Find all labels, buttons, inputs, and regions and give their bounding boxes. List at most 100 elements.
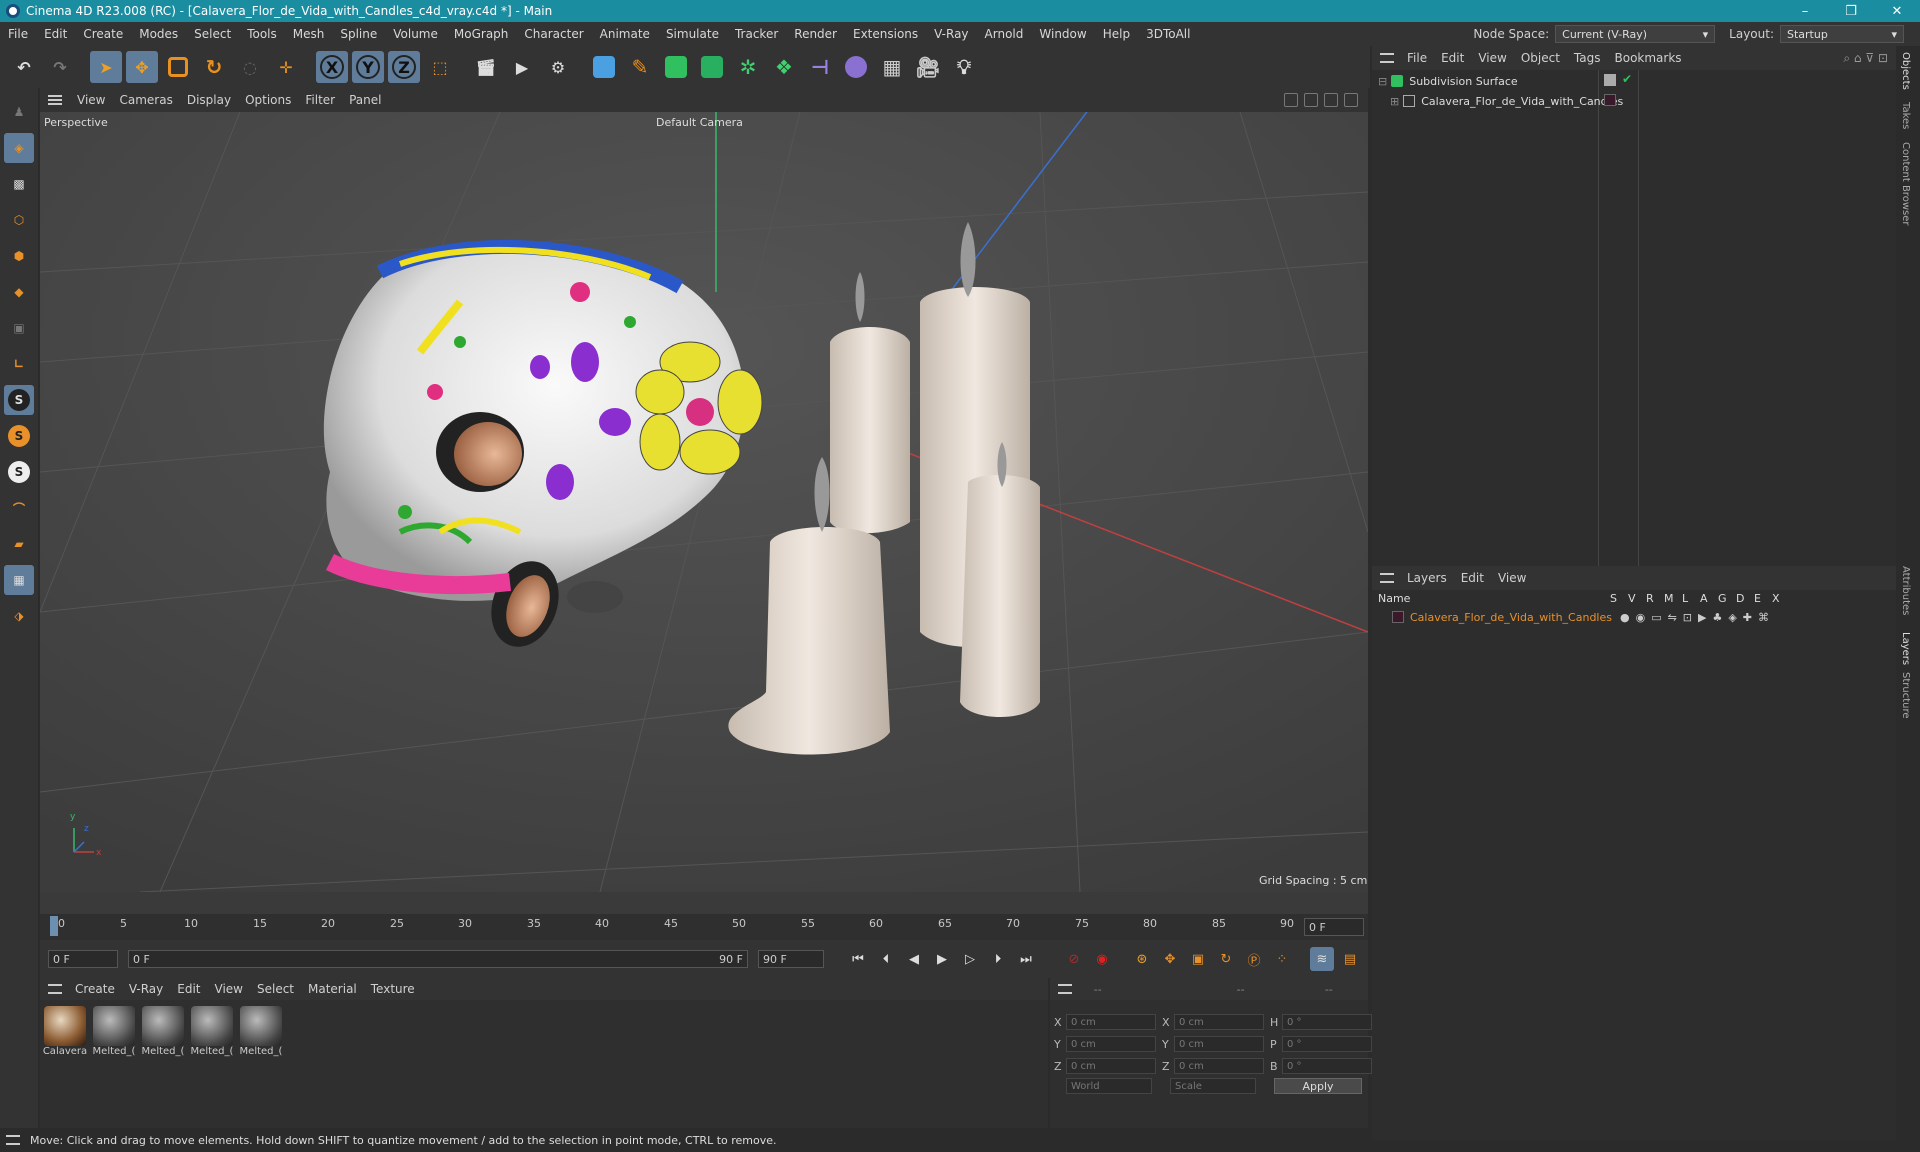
- size-x-field[interactable]: 0 cm: [1174, 1014, 1264, 1030]
- close-button[interactable]: ✕: [1874, 0, 1920, 22]
- material-menu-material[interactable]: Material: [301, 982, 364, 996]
- material-swatch[interactable]: Melted_(: [238, 1006, 284, 1057]
- x-axis-lock-button[interactable]: X: [316, 51, 348, 83]
- viewport-menu-options[interactable]: Options: [238, 93, 298, 107]
- object-menu-edit[interactable]: Edit: [1434, 51, 1471, 65]
- position-key-button[interactable]: ✥: [1158, 947, 1182, 971]
- material-menu-vray[interactable]: V-Ray: [122, 982, 170, 996]
- orbit-icon[interactable]: [1324, 93, 1338, 107]
- material-swatch[interactable]: Melted_(: [91, 1006, 137, 1057]
- locked-workplane-button[interactable]: ⬗: [4, 601, 34, 631]
- y-axis-lock-button[interactable]: Y: [352, 51, 384, 83]
- redo-button[interactable]: ↷: [44, 51, 76, 83]
- tab-attributes[interactable]: Attributes: [1900, 566, 1911, 615]
- material-menu-edit[interactable]: Edit: [170, 982, 207, 996]
- size-mode-dropdown[interactable]: Scale: [1170, 1078, 1256, 1094]
- layout-dropdown[interactable]: Startup ▾: [1780, 25, 1904, 43]
- texture-mode-button[interactable]: ▩: [4, 169, 34, 199]
- layer-row[interactable]: Calavera_Flor_de_Vida_with_Candles ●◉▭⇋⊡…: [1378, 608, 1775, 626]
- coordinate-system-button[interactable]: ⬚: [424, 51, 456, 83]
- object-menu-tags[interactable]: Tags: [1567, 51, 1608, 65]
- move-tool-button[interactable]: ✥: [126, 51, 158, 83]
- rotation-key-button[interactable]: ↻: [1214, 947, 1238, 971]
- timeline-window-button[interactable]: ≋: [1310, 947, 1334, 971]
- make-editable-button[interactable]: ♟: [4, 97, 34, 127]
- recent-tool-button[interactable]: ◌: [234, 51, 266, 83]
- search-icon[interactable]: ⌕ ⌂ ⊽ ⊡: [1843, 51, 1888, 66]
- world-axis-button[interactable]: ✛: [270, 51, 302, 83]
- pen-button[interactable]: ✎: [624, 51, 656, 83]
- zoom-icon[interactable]: [1304, 93, 1318, 107]
- motion-clip-button[interactable]: ▤: [1338, 947, 1362, 971]
- play-button[interactable]: ▶: [930, 947, 954, 971]
- material-swatch[interactable]: Melted_(: [189, 1006, 235, 1057]
- tab-structure[interactable]: Structure: [1900, 672, 1911, 719]
- uv-mode-button[interactable]: ▣: [4, 313, 34, 343]
- layer-menu-layers[interactable]: Layers: [1400, 571, 1454, 585]
- material-menu-select[interactable]: Select: [250, 982, 301, 996]
- position-x-field[interactable]: 0 cm: [1066, 1014, 1156, 1030]
- layer-menu-edit[interactable]: Edit: [1454, 571, 1491, 585]
- camera-button[interactable]: 🎥︎: [912, 51, 944, 83]
- cloner-button[interactable]: ✲: [732, 51, 764, 83]
- hamburger-icon[interactable]: [1058, 984, 1072, 994]
- axis-mode-button[interactable]: ∟: [4, 349, 34, 379]
- material-swatch[interactable]: Calavera: [42, 1006, 88, 1057]
- material-menu-texture[interactable]: Texture: [364, 982, 422, 996]
- hamburger-icon[interactable]: [1380, 53, 1394, 63]
- viewport-menu-display[interactable]: Display: [180, 93, 238, 107]
- menu-arnold[interactable]: Arnold: [977, 27, 1032, 41]
- scale-tool-button[interactable]: [162, 51, 194, 83]
- restore-button[interactable]: ❐: [1828, 0, 1874, 22]
- z-axis-lock-button[interactable]: Z: [388, 51, 420, 83]
- mograph-button[interactable]: ❖: [768, 51, 800, 83]
- menu-create[interactable]: Create: [75, 27, 131, 41]
- floor-button[interactable]: ▦: [876, 51, 908, 83]
- model-mode-button[interactable]: ◈: [4, 133, 34, 163]
- menu-3dtoall[interactable]: 3DToAll: [1138, 27, 1198, 41]
- menu-animate[interactable]: Animate: [592, 27, 658, 41]
- rotation-h-field[interactable]: 0 °: [1282, 1014, 1372, 1030]
- position-z-field[interactable]: 0 cm: [1066, 1058, 1156, 1074]
- apply-button[interactable]: Apply: [1274, 1078, 1362, 1094]
- pan-icon[interactable]: [1284, 93, 1298, 107]
- snap-settings-button[interactable]: S: [4, 421, 34, 451]
- snap-button[interactable]: S: [4, 385, 34, 415]
- points-mode-button[interactable]: ⬡: [4, 205, 34, 235]
- 3d-scene[interactable]: Perspective Default Camera Grid Spacing …: [40, 112, 1368, 892]
- scale-key-button[interactable]: ▣: [1186, 947, 1210, 971]
- layer-flag-icons[interactable]: ●◉▭⇋⊡▶♣◈✚⌘: [1620, 611, 1775, 624]
- go-to-end-button[interactable]: ⏭: [1014, 947, 1038, 971]
- render-picture-viewer-button[interactable]: ▶: [506, 51, 538, 83]
- object-row-calavera[interactable]: ⊞ Calavera_Flor_de_Vida_with_Candles: [1390, 92, 1623, 110]
- menu-select[interactable]: Select: [186, 27, 239, 41]
- autokey-button[interactable]: ◉: [1090, 947, 1114, 971]
- menu-render[interactable]: Render: [786, 27, 845, 41]
- rotate-tool-button[interactable]: ↻: [198, 51, 230, 83]
- cube-button[interactable]: [588, 51, 620, 83]
- next-key-button[interactable]: ⏵: [986, 947, 1010, 971]
- menu-help[interactable]: Help: [1095, 27, 1138, 41]
- render-view-button[interactable]: 🎬︎: [470, 51, 502, 83]
- deformer-button[interactable]: ⊣: [804, 51, 836, 83]
- rotation-p-field[interactable]: 0 °: [1282, 1036, 1372, 1052]
- visibility-toggle[interactable]: [1604, 74, 1616, 86]
- rotation-b-field[interactable]: 0 °: [1282, 1058, 1372, 1074]
- extrude-button[interactable]: [696, 51, 728, 83]
- menu-file[interactable]: File: [0, 27, 36, 41]
- menu-tools[interactable]: Tools: [239, 27, 285, 41]
- tab-takes[interactable]: Takes: [1900, 102, 1911, 129]
- grid-button[interactable]: ▦: [4, 565, 34, 595]
- end-frame-field[interactable]: 90 F: [758, 950, 824, 968]
- object-menu-view[interactable]: View: [1471, 51, 1513, 65]
- render-settings-button[interactable]: ⚙: [542, 51, 574, 83]
- material-menu-view[interactable]: View: [208, 982, 250, 996]
- enabled-check-icon[interactable]: ✔: [1622, 72, 1632, 86]
- layer-color-swatch[interactable]: [1392, 611, 1404, 623]
- parameter-key-button[interactable]: Ⓟ: [1242, 947, 1266, 971]
- workplane-button[interactable]: ▰: [4, 529, 34, 559]
- object-menu-object[interactable]: Object: [1514, 51, 1567, 65]
- menu-extensions[interactable]: Extensions: [845, 27, 926, 41]
- material-swatch[interactable]: Melted_(: [140, 1006, 186, 1057]
- viewport-menu-cameras[interactable]: Cameras: [112, 93, 179, 107]
